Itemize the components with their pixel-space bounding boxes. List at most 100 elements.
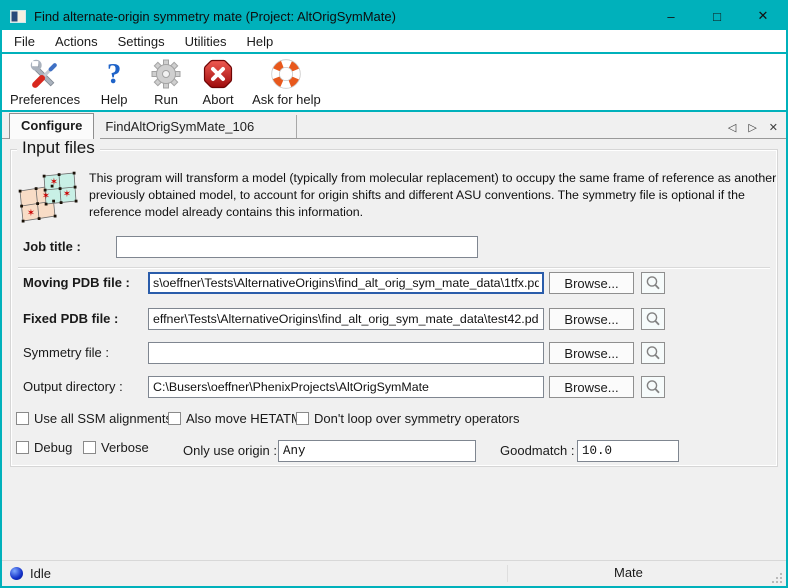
resize-grip[interactable] [770, 571, 783, 584]
menu-utilities[interactable]: Utilities [175, 32, 237, 51]
svg-text:✶: ✶ [42, 191, 50, 202]
only-use-origin-input[interactable] [278, 440, 476, 462]
fixed-pdb-row: Fixed PDB file : Browse... [11, 308, 777, 332]
checkbox-label: Don't loop over symmetry operators [314, 411, 520, 426]
menu-help[interactable]: Help [236, 32, 283, 51]
preferences-button[interactable]: Preferences [10, 56, 80, 107]
checkbox-box [296, 412, 309, 425]
menu-settings[interactable]: Settings [108, 32, 175, 51]
symmetry-file-browse-button[interactable]: Browse... [549, 342, 634, 364]
tab-findaltorigsymmate-106[interactable]: FindAltOrigSymMate_106 [94, 115, 297, 138]
symmetry-file-view-button[interactable] [641, 342, 665, 364]
checkbox-row-1: Use all SSM alignments Also move HETATM … [11, 411, 777, 435]
output-directory-label: Output directory : [23, 379, 123, 394]
job-title-label: Job title : [23, 239, 81, 254]
menu-file[interactable]: File [4, 32, 45, 51]
use-all-ssm-alignments-checkbox[interactable]: Use all SSM alignments [16, 411, 172, 426]
tab-prev-icon[interactable]: ◁ [728, 121, 736, 134]
moving-pdb-row: Moving PDB file : Browse... [11, 272, 777, 296]
only-use-origin-label: Only use origin : [183, 443, 277, 458]
abort-label: Abort [203, 92, 234, 107]
window-title: Find alternate-origin symmetry mate (Pro… [34, 9, 396, 24]
checkbox-label: Debug [34, 440, 72, 455]
checkbox-row-2: Debug Verbose Only use origin : Goodmatc… [11, 440, 777, 464]
ask-for-help-label: Ask for help [252, 92, 321, 107]
output-directory-view-button[interactable] [641, 376, 665, 398]
group-title: Input files [17, 138, 100, 158]
job-title-input[interactable] [116, 236, 478, 258]
output-directory-browse-button[interactable]: Browse... [549, 376, 634, 398]
checkbox-label: Verbose [101, 440, 149, 455]
abort-button[interactable]: Abort [200, 56, 236, 107]
status-divider [507, 565, 508, 582]
main-content: Configure FindAltOrigSymMate_106 ◁ ▷ ✕ I… [2, 112, 786, 560]
magnifier-icon [644, 344, 662, 362]
moving-pdb-view-button[interactable] [641, 272, 665, 294]
debug-checkbox[interactable]: Debug [16, 440, 72, 455]
status-text: Idle [30, 566, 51, 581]
life-ring-icon [270, 56, 302, 92]
configure-panel: Input files [2, 140, 786, 560]
window-controls: – □ ✕ [648, 2, 786, 30]
checkbox-label: Also move HETATM [186, 411, 302, 426]
tab-next-icon[interactable]: ▷ [748, 121, 756, 134]
menu-actions[interactable]: Actions [45, 32, 108, 51]
svg-text:✶: ✶ [27, 208, 35, 219]
moving-pdb-browse-button[interactable]: Browse... [549, 272, 634, 294]
tab-strip: Configure FindAltOrigSymMate_106 ◁ ▷ ✕ [2, 114, 786, 139]
fixed-pdb-browse-button[interactable]: Browse... [549, 308, 634, 330]
checkbox-box [168, 412, 181, 425]
tools-icon [29, 56, 62, 92]
magnifier-icon [644, 310, 662, 328]
app-icon [10, 10, 26, 23]
checkbox-box [16, 412, 29, 425]
symmetry-file-row: Symmetry file : Browse... [11, 342, 777, 366]
checkbox-box [16, 441, 29, 454]
help-button[interactable]: ? Help [96, 56, 132, 107]
verbose-checkbox[interactable]: Verbose [83, 440, 149, 455]
run-button[interactable]: Run [148, 56, 184, 107]
status-sphere-icon [10, 567, 23, 580]
moving-pdb-label: Moving PDB file : [23, 275, 130, 290]
svg-text:✶: ✶ [63, 189, 71, 200]
svg-text:✶: ✶ [50, 177, 58, 188]
status-ghost-text: Mate [614, 565, 643, 580]
goodmatch-label: Goodmatch : [500, 443, 574, 458]
checkbox-box [83, 441, 96, 454]
question-icon: ? [107, 56, 122, 92]
minimize-button[interactable]: – [648, 2, 694, 30]
fixed-pdb-input[interactable] [148, 308, 544, 330]
tab-nav: ◁ ▷ ✕ [728, 121, 778, 134]
also-move-hetatm-checkbox[interactable]: Also move HETATM [168, 411, 302, 426]
maximize-button[interactable]: □ [694, 2, 740, 30]
run-label: Run [154, 92, 178, 107]
gear-icon [150, 56, 182, 92]
horizontal-separator [18, 267, 770, 269]
checkbox-label: Use all SSM alignments [34, 411, 172, 426]
goodmatch-input[interactable] [577, 440, 679, 462]
help-label: Help [101, 92, 128, 107]
program-description: This program will transform a model (typ… [89, 170, 781, 221]
title-bar: Find alternate-origin symmetry mate (Pro… [2, 2, 786, 30]
moving-pdb-input[interactable] [148, 272, 544, 294]
output-directory-row: Output directory : Browse... [11, 376, 777, 400]
unit-cell-icon: ✶ ✶ ✶ ✶ [17, 170, 79, 226]
symmetry-file-input[interactable] [148, 342, 544, 364]
fixed-pdb-label: Fixed PDB file : [23, 311, 118, 326]
abort-icon [202, 56, 234, 92]
symmetry-file-label: Symmetry file : [23, 345, 109, 360]
tab-configure[interactable]: Configure [9, 113, 94, 139]
app-window: Find alternate-origin symmetry mate (Pro… [0, 0, 788, 588]
dont-loop-over-symmetry-operators-checkbox[interactable]: Don't loop over symmetry operators [296, 411, 520, 426]
status-bar: Idle Mate [2, 560, 786, 586]
close-button[interactable]: ✕ [740, 2, 786, 30]
tab-close-icon[interactable]: ✕ [769, 121, 778, 134]
preferences-label: Preferences [10, 92, 80, 107]
input-files-groupbox: Input files [10, 149, 778, 467]
magnifier-icon [644, 378, 662, 396]
fixed-pdb-view-button[interactable] [641, 308, 665, 330]
toolbar: Preferences ? Help [2, 54, 786, 110]
output-directory-input[interactable] [148, 376, 544, 398]
job-title-row: Job title : [11, 236, 777, 260]
ask-for-help-button[interactable]: Ask for help [252, 56, 321, 107]
